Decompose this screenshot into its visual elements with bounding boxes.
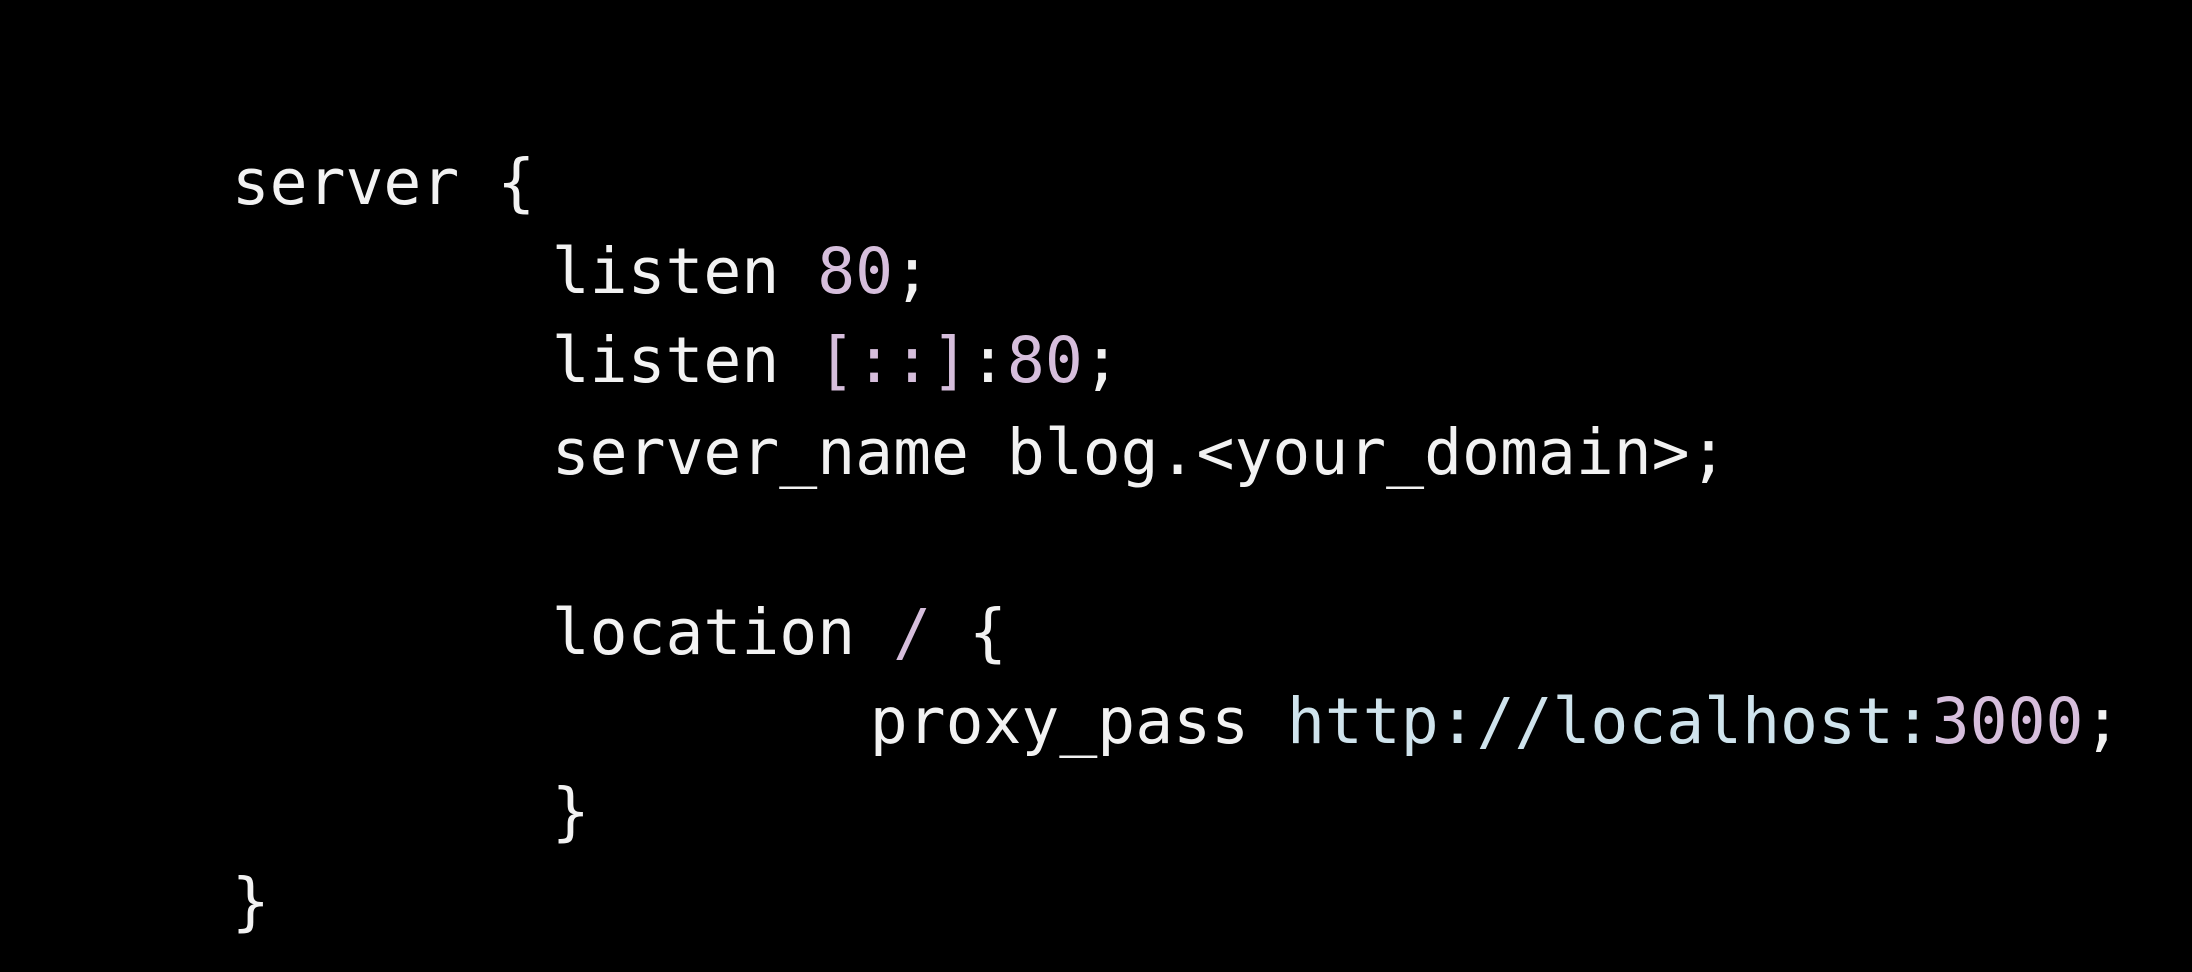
proxy-port: 3000: [1931, 685, 2084, 758]
code-line-server-name: server_name blog.<your_domain>;: [400, 318, 1728, 489]
code-line-listen-ipv6: listen [::]:80;: [400, 226, 1121, 397]
semicolon: ;: [2083, 685, 2122, 758]
server-name-directive: server_name: [551, 416, 969, 489]
code-line-location-close: }: [400, 677, 590, 848]
code-line-listen-ipv4: listen 80;: [400, 137, 931, 308]
proxy-pass-directive: proxy_pass: [869, 685, 1250, 758]
close-brace: }: [231, 865, 270, 938]
proxy-url: http://localhost:: [1286, 685, 1932, 758]
code-line-location-open: location / {: [400, 498, 1007, 669]
code-line-server-close: }: [80, 767, 270, 938]
code-line-proxy-pass: proxy_pass http://localhost:3000;: [718, 587, 2122, 758]
semicolon: ;: [1689, 416, 1728, 489]
code-line-server-open: server {: [80, 48, 535, 219]
server-name-value: blog.<your_domain>: [1006, 416, 1690, 489]
close-brace: }: [551, 775, 590, 848]
code-editor: server { listen 80; listen [::]:80; serv…: [0, 0, 2192, 972]
